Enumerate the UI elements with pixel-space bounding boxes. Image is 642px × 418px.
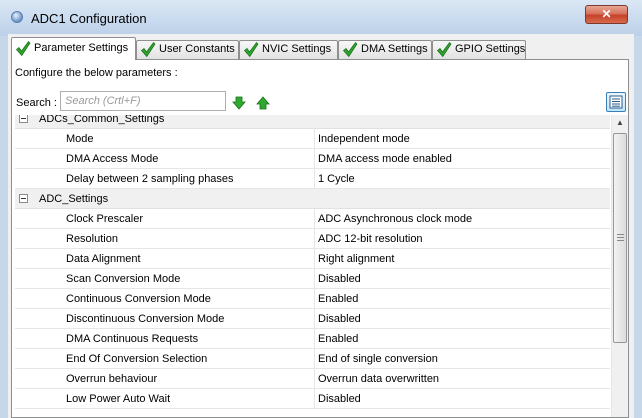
group-row[interactable]: ADC_Settings xyxy=(15,189,610,209)
tab-label: GPIO Settings xyxy=(455,43,526,55)
list-view-icon xyxy=(609,95,623,109)
parameter-row[interactable]: Data Alignment Right alignment xyxy=(15,249,610,269)
tab-label: NVIC Settings xyxy=(262,43,332,55)
group-label: ADC_Settings xyxy=(39,193,109,205)
configure-label: Configure the below parameters : xyxy=(15,67,178,79)
parameter-name: Mode xyxy=(66,133,94,145)
column-divider xyxy=(314,209,315,228)
parameter-row[interactable]: Resolution ADC 12-bit resolution xyxy=(15,229,610,249)
collapse-icon[interactable] xyxy=(19,115,28,123)
column-divider xyxy=(314,289,315,308)
check-icon xyxy=(140,41,156,58)
parameter-row[interactable]: Low Power Auto Wait Disabled xyxy=(15,389,610,409)
parameter-value[interactable]: ADC Asynchronous clock mode xyxy=(318,213,472,225)
parameter-value[interactable]: Overrun data overwritten xyxy=(318,373,439,385)
parameter-name: Clock Prescaler xyxy=(66,213,144,225)
parameter-row[interactable]: Discontinuous Conversion Mode Disabled xyxy=(15,309,610,329)
close-button[interactable]: ✕ xyxy=(585,5,628,24)
check-icon xyxy=(342,41,358,58)
parameter-row[interactable]: Delay between 2 sampling phases 1 Cycle xyxy=(15,169,610,189)
vertical-scrollbar[interactable]: ▲ xyxy=(611,115,628,417)
parameter-value[interactable]: Enabled xyxy=(318,333,358,345)
parameter-value[interactable]: Enabled xyxy=(318,293,358,305)
parameter-value[interactable]: DMA access mode enabled xyxy=(318,153,452,165)
parameter-row[interactable]: Continuous Conversion Mode Enabled xyxy=(15,289,610,309)
window-titlebar[interactable]: ADC1 Configuration ✕ xyxy=(0,0,642,36)
parameter-name: Data Alignment xyxy=(66,253,141,265)
close-icon: ✕ xyxy=(601,7,612,21)
parameter-name: End Of Conversion Selection xyxy=(66,353,208,365)
parameter-row[interactable]: DMA Continuous Requests Enabled xyxy=(15,329,610,349)
column-divider xyxy=(314,229,315,248)
dialog-client-area: Parameter Settings User Constants NVIC Set… xyxy=(8,34,634,418)
parameter-value[interactable]: Right alignment xyxy=(318,253,394,265)
tab-gpio-settings[interactable]: GPIO Settings xyxy=(432,40,526,59)
collapse-icon[interactable] xyxy=(19,194,28,203)
app-icon xyxy=(11,11,23,23)
tab-nvic-settings[interactable]: NVIC Settings xyxy=(239,40,338,59)
check-icon xyxy=(15,40,31,57)
column-divider xyxy=(314,129,315,148)
column-divider xyxy=(314,369,315,388)
parameter-row[interactable]: End Of Conversion Selection End of single… xyxy=(15,349,610,369)
view-toggle-button[interactable] xyxy=(606,92,626,112)
parameter-name: Continuous Conversion Mode xyxy=(66,293,211,305)
parameter-settings-panel: Configure the below parameters : Search … xyxy=(11,59,629,418)
parameter-row[interactable]: Scan Conversion Mode Disabled xyxy=(15,269,610,289)
parameter-row[interactable]: Mode Independent mode xyxy=(15,129,610,149)
parameter-name: Discontinuous Conversion Mode xyxy=(66,313,225,325)
parameter-row[interactable]: Overrun behaviour Overrun data overwritte… xyxy=(15,369,610,389)
search-input[interactable] xyxy=(60,91,226,111)
check-icon xyxy=(243,41,259,58)
group-label: ADCs_Common_Settings xyxy=(39,115,165,125)
tab-dma-settings[interactable]: DMA Settings xyxy=(338,40,432,59)
parameter-row[interactable]: DMA Access Mode DMA access mode enabled xyxy=(15,149,610,169)
column-divider xyxy=(314,349,315,368)
tab-label: User Constants xyxy=(159,43,235,55)
column-divider xyxy=(314,269,315,288)
green-up-arrow-icon[interactable] xyxy=(256,96,270,110)
column-divider xyxy=(314,249,315,268)
parameter-value[interactable]: Disabled xyxy=(318,393,361,405)
window-title: ADC1 Configuration xyxy=(31,11,147,26)
parameter-value[interactable]: Disabled xyxy=(318,273,361,285)
tab-parameter-settings[interactable]: Parameter Settings xyxy=(11,37,136,60)
parameter-name: DMA Continuous Requests xyxy=(66,333,199,345)
parameter-value[interactable]: Independent mode xyxy=(318,133,410,145)
parameter-tree: ADCs_Common_Settings Mode Independent mode… xyxy=(15,115,610,417)
parameter-value[interactable]: ADC 12-bit resolution xyxy=(318,233,423,245)
thumb-grip-icon xyxy=(617,234,624,241)
tab-label: DMA Settings xyxy=(361,43,428,55)
parameter-name: DMA Access Mode xyxy=(66,153,159,165)
parameter-name: Resolution xyxy=(66,233,118,245)
parameter-name: Low Power Auto Wait xyxy=(66,393,171,405)
parameter-row[interactable]: Clock Prescaler ADC Asynchronous clock mo… xyxy=(15,209,610,229)
parameter-name: Delay between 2 sampling phases xyxy=(66,173,234,185)
check-icon xyxy=(436,41,452,58)
parameter-value[interactable]: End of single conversion xyxy=(318,353,438,365)
search-label: Search : xyxy=(16,97,57,109)
parameter-value[interactable]: 1 Cycle xyxy=(318,173,355,185)
column-divider xyxy=(314,309,315,328)
tab-user-constants[interactable]: User Constants xyxy=(136,40,239,59)
tab-label: Parameter Settings xyxy=(34,42,129,54)
column-divider xyxy=(314,149,315,168)
column-divider xyxy=(314,169,315,188)
column-divider xyxy=(314,329,315,348)
parameter-name: Overrun behaviour xyxy=(66,373,158,385)
parameter-name: Scan Conversion Mode xyxy=(66,273,181,285)
parameter-value[interactable]: Disabled xyxy=(318,313,361,325)
scroll-up-icon[interactable]: ▲ xyxy=(612,115,628,131)
group-row[interactable]: ADCs_Common_Settings xyxy=(15,115,610,129)
green-down-arrow-icon[interactable] xyxy=(232,96,246,110)
scrollbar-thumb[interactable] xyxy=(613,133,627,343)
column-divider xyxy=(314,389,315,408)
